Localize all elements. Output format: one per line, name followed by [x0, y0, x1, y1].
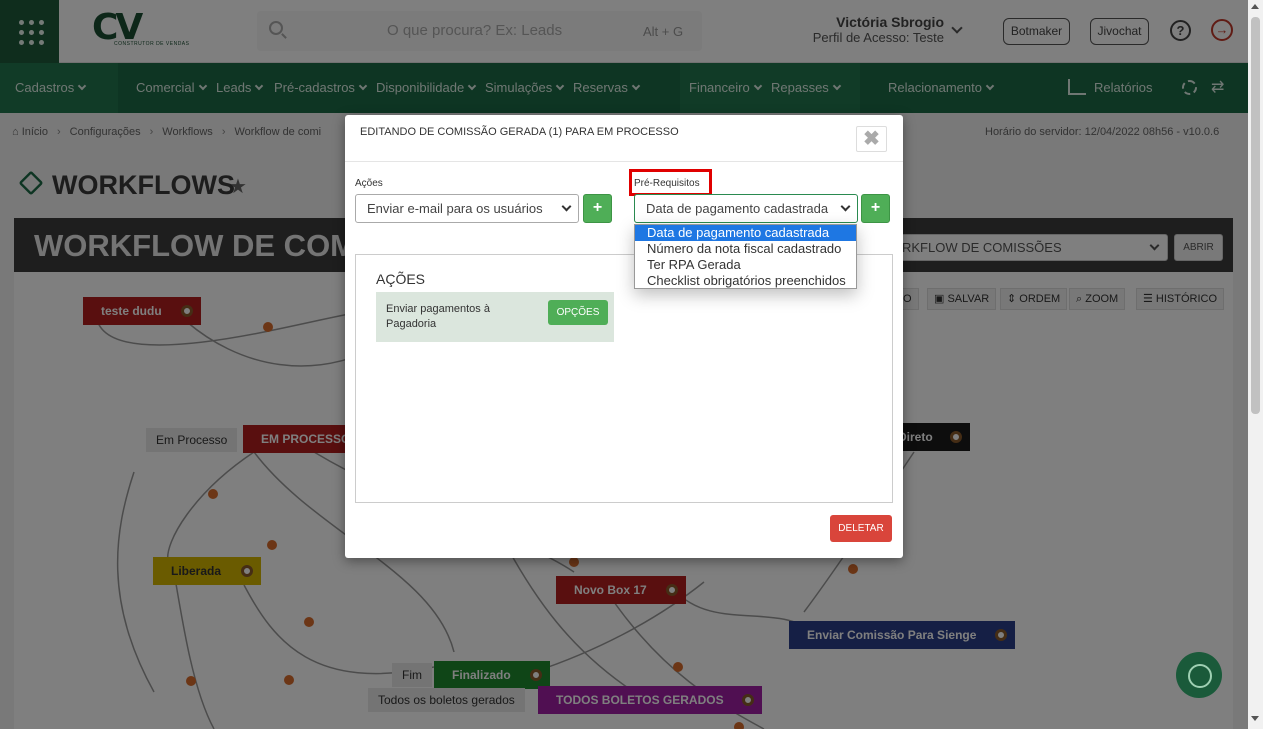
options-button[interactable]: OPÇÕES	[548, 300, 608, 325]
scroll-up-icon[interactable]	[1251, 4, 1259, 9]
prereq-dropdown-list: Data de pagamento cadastrada Número da n…	[634, 224, 857, 289]
actions-label: Ações	[355, 178, 383, 189]
close-icon[interactable]: ✖	[856, 126, 887, 152]
divider	[345, 161, 903, 162]
prereq-label: Pré-Requisitos	[634, 178, 700, 189]
dropdown-option[interactable]: Checklist obrigatórios preenchidos	[635, 273, 856, 289]
dropdown-option[interactable]: Número da nota fiscal cadastrado	[635, 241, 856, 257]
prereq-select[interactable]: Data de pagamento cadastrada	[634, 194, 858, 223]
actions-select-value: Enviar e-mail para os usuários	[367, 201, 543, 216]
edit-transition-modal: EDITANDO DE COMISSÃO GERADA (1) PARA EM …	[345, 115, 903, 558]
actions-panel-title: AÇÕES	[376, 271, 426, 287]
prereq-select-value: Data de pagamento cadastrada	[646, 201, 829, 216]
actions-select[interactable]: Enviar e-mail para os usuários	[355, 194, 579, 223]
dropdown-option[interactable]: Data de pagamento cadastrada	[635, 225, 856, 241]
chevron-down-icon	[840, 201, 851, 212]
scroll-thumb[interactable]	[1251, 17, 1260, 414]
page-scrollbar[interactable]	[1248, 0, 1263, 729]
chevron-down-icon	[561, 201, 572, 212]
delete-button[interactable]: DELETAR	[830, 515, 892, 542]
action-card-text: Enviar pagamentos à Pagadoria	[386, 303, 490, 330]
action-card: Enviar pagamentos à Pagadoria OPÇÕES	[376, 292, 614, 342]
actions-panel: AÇÕES Enviar pagamentos à Pagadoria OPÇÕ…	[355, 254, 893, 503]
add-action-button[interactable]: +	[583, 194, 612, 223]
chat-icon[interactable]	[1176, 652, 1222, 698]
modal-title: EDITANDO DE COMISSÃO GERADA (1) PARA EM …	[360, 126, 679, 138]
dropdown-option[interactable]: Ter RPA Gerada	[635, 257, 856, 273]
scroll-down-icon[interactable]	[1251, 716, 1259, 721]
add-prereq-button[interactable]: +	[861, 194, 890, 223]
